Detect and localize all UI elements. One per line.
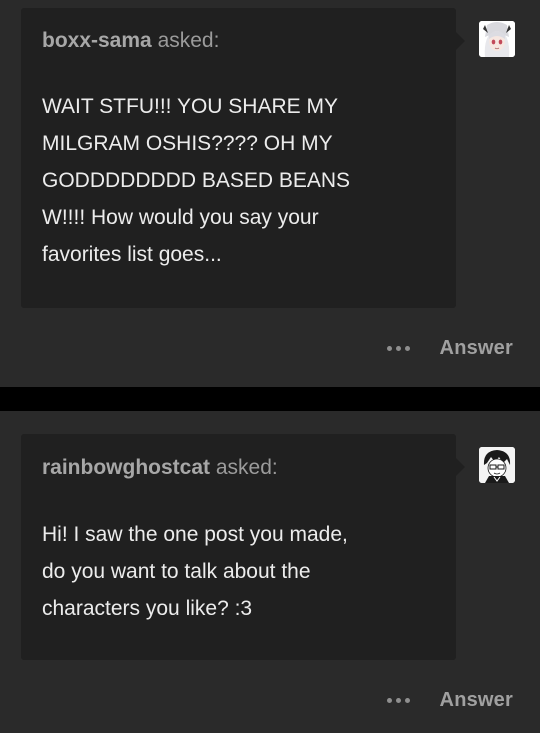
question-bubble: rainbowghostcat asked: Hi! I saw the one…	[21, 434, 465, 660]
answer-button[interactable]: Answer	[440, 337, 513, 360]
question-text: WAIT STFU!!! YOU SHARE MY MILGRAM OSHIS?…	[42, 95, 351, 266]
post-footer: Answer	[386, 333, 513, 363]
asker-line: boxx-sama asked:	[42, 29, 219, 53]
asker-line: rainbowghostcat asked:	[42, 456, 278, 480]
asker-avatar[interactable]	[479, 447, 515, 483]
ask-post: rainbowghostcat asked: Hi! I saw the one…	[0, 411, 540, 733]
asked-label: asked:	[215, 456, 278, 479]
asked-label: asked:	[157, 29, 220, 52]
question-text: Hi! I saw the one post you made, do you …	[42, 523, 348, 620]
question-bubble: boxx-sama asked: WAIT STFU!!! YOU SHARE …	[21, 8, 465, 308]
asker-name[interactable]: boxx-sama	[42, 29, 152, 52]
asker-avatar[interactable]	[479, 21, 515, 57]
ellipsis-icon[interactable]	[386, 345, 410, 351]
ellipsis-icon[interactable]	[386, 697, 410, 703]
ask-post: boxx-sama asked: WAIT STFU!!! YOU SHARE …	[0, 0, 540, 387]
asker-name[interactable]: rainbowghostcat	[42, 456, 210, 479]
white-haired-anime-avatar-icon	[479, 21, 515, 57]
manga-character-avatar-icon	[479, 447, 515, 483]
answer-button[interactable]: Answer	[440, 689, 513, 712]
post-footer: Answer	[386, 685, 513, 715]
